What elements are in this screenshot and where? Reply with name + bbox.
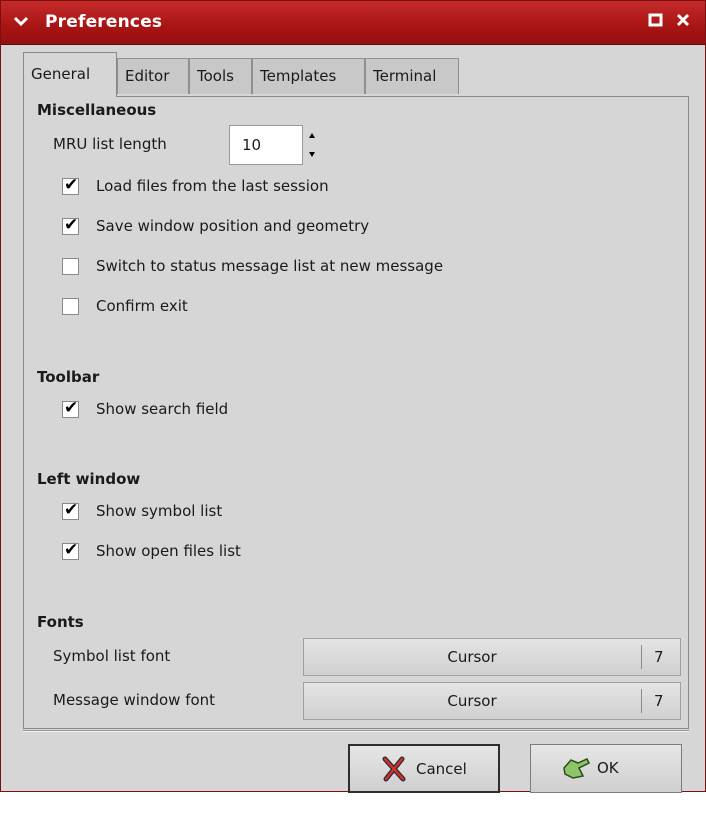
section-toolbar: Toolbar	[37, 368, 100, 386]
check-icon: ✔	[64, 398, 79, 418]
label-confirm-exit: Confirm exit	[96, 297, 188, 315]
close-icon[interactable]	[675, 12, 691, 33]
section-miscellaneous: Miscellaneous	[37, 101, 157, 119]
maximize-icon[interactable]	[648, 12, 664, 33]
label-symbol-list-font: Symbol list font	[53, 647, 171, 665]
label-message-window-font: Message window font	[53, 691, 216, 709]
mru-label: MRU list length	[53, 135, 167, 153]
checkbox-confirm-exit[interactable]	[62, 298, 79, 315]
checkbox-load-files[interactable]: ✔	[62, 175, 79, 195]
window-title: Preferences	[45, 12, 163, 32]
tab-general[interactable]: General	[23, 52, 117, 97]
ok-label: OK	[597, 759, 619, 777]
ok-button[interactable]: OK	[530, 744, 682, 793]
separator	[641, 689, 642, 713]
message-window-font-button[interactable]: Cursor 7	[303, 682, 681, 720]
checkbox-save-window[interactable]: ✔	[62, 215, 79, 235]
check-icon: ✔	[64, 175, 79, 195]
font-size: 7	[654, 692, 664, 710]
label-switch-status: Switch to status message list at new mes…	[96, 257, 444, 275]
font-name: Cursor	[447, 692, 497, 710]
preferences-window: Preferences General Editor Tools Templat…	[0, 0, 706, 793]
check-icon: ✔	[64, 215, 79, 235]
spin-arrows-icon[interactable]	[307, 127, 319, 163]
checkbox-symbol-list[interactable]: ✔	[62, 500, 79, 520]
font-size: 7	[654, 648, 664, 666]
chevron-down-icon[interactable]	[13, 13, 35, 33]
ok-hand-icon	[561, 754, 591, 782]
title-bar[interactable]: Preferences	[1, 1, 705, 45]
tab-terminal[interactable]: Terminal	[365, 58, 459, 94]
checkbox-open-files[interactable]: ✔	[62, 540, 79, 560]
label-open-files: Show open files list	[96, 542, 241, 560]
check-icon: ✔	[64, 540, 79, 560]
symbol-list-font-button[interactable]: Cursor 7	[303, 638, 681, 676]
section-fonts: Fonts	[37, 613, 84, 631]
label-search-field: Show search field	[96, 400, 229, 418]
tab-editor[interactable]: Editor	[117, 58, 189, 94]
mru-spinbox[interactable]: 10	[229, 125, 303, 165]
cancel-label: Cancel	[416, 760, 467, 778]
font-name: Cursor	[447, 648, 497, 666]
label-load-files: Load files from the last session	[96, 177, 329, 195]
cancel-x-icon	[380, 755, 408, 783]
section-left-window: Left window	[37, 470, 141, 488]
checkbox-switch-status[interactable]	[62, 258, 79, 275]
separator	[641, 645, 642, 669]
label-save-window: Save window position and geometry	[96, 217, 370, 235]
checkbox-search-field[interactable]: ✔	[62, 398, 79, 418]
check-icon: ✔	[64, 500, 79, 520]
tab-tools[interactable]: Tools	[189, 58, 252, 94]
button-divider	[23, 730, 689, 732]
cancel-button[interactable]: Cancel	[348, 744, 500, 793]
label-symbol-list: Show symbol list	[96, 502, 223, 520]
tab-templates[interactable]: Templates	[252, 58, 365, 94]
